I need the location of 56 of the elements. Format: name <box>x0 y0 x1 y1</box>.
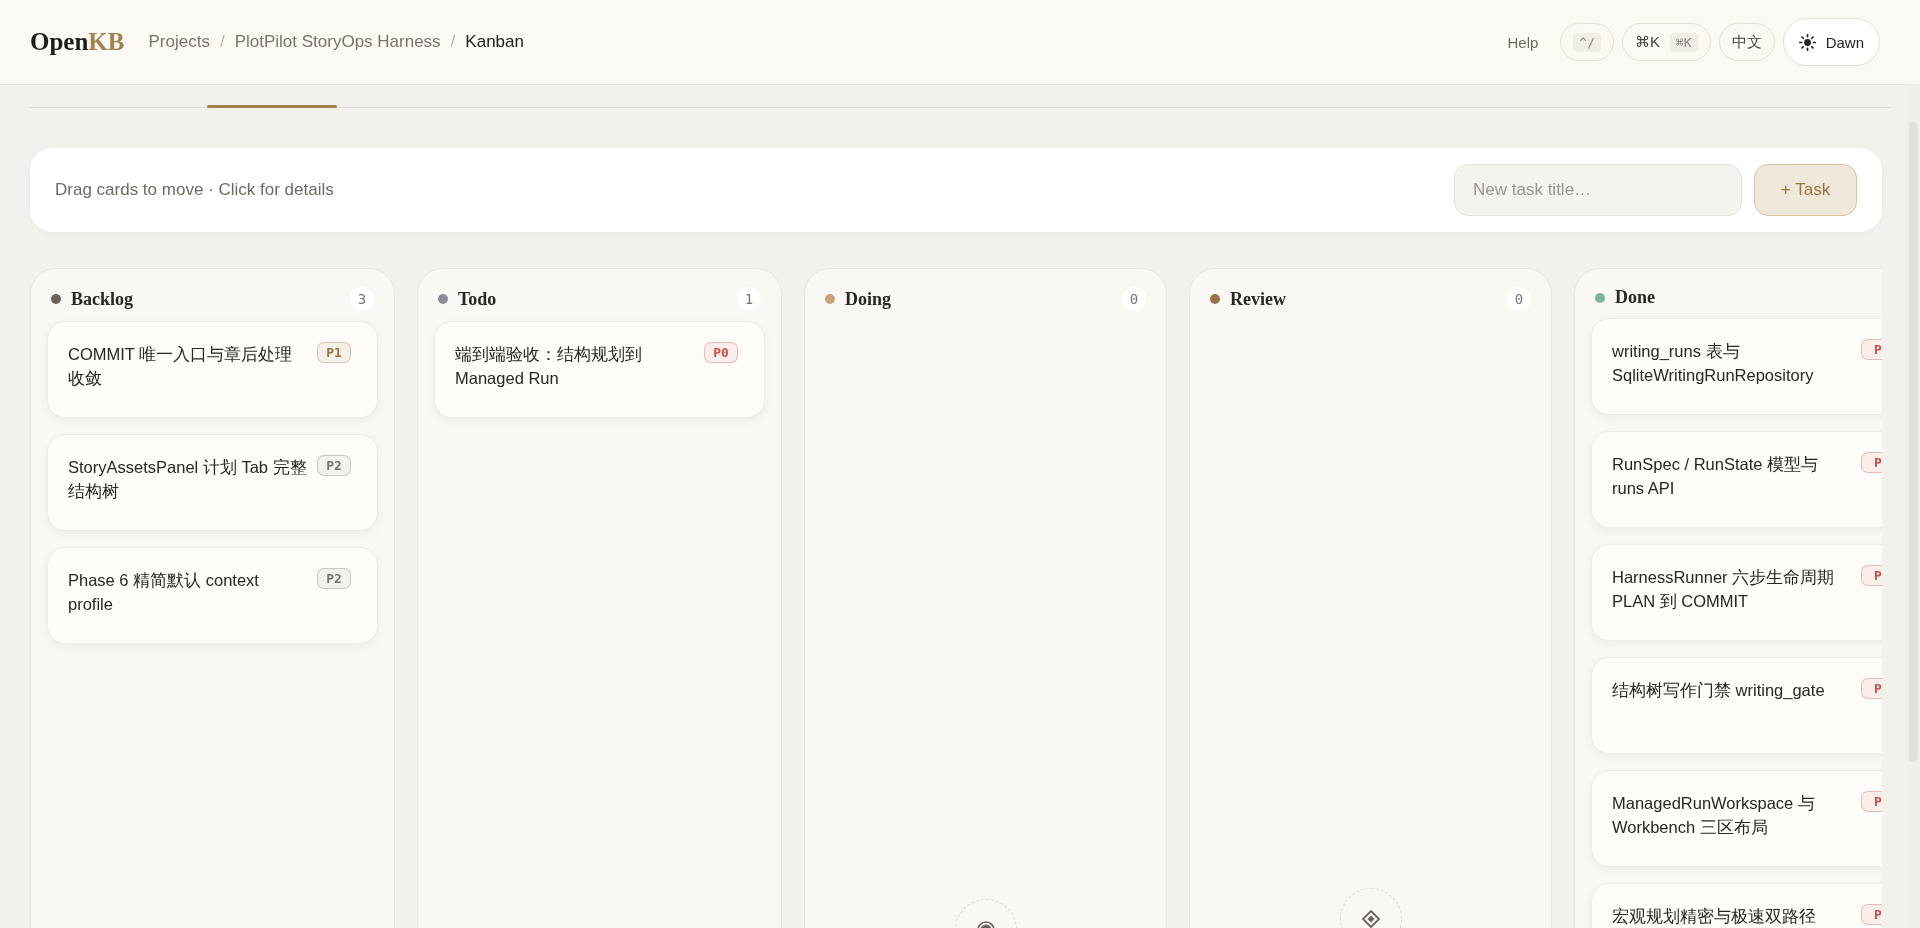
breadcrumb-link[interactable]: Projects <box>148 32 210 52</box>
task-card[interactable]: Phase 6 精简默认 context profile P2 <box>47 547 378 644</box>
task-title: RunSpec / RunState 模型与 runs API <box>1612 454 1819 499</box>
task-card[interactable]: StoryAssetsPanel 计划 Tab 完整结构树 P2 <box>47 434 378 531</box>
hint-text: Drag cards to move · Click for details <box>55 180 334 200</box>
task-card[interactable]: 端到端验收：结构规划到 Managed Run P0 <box>434 321 765 418</box>
column-title: Review <box>1230 288 1286 310</box>
key-hint: ⌘K <box>1670 32 1698 52</box>
task-title: Phase 6 精简默认 context profile <box>68 570 260 615</box>
task-title: COMMIT 唯一入口与章后处理收敛 <box>68 344 294 389</box>
task-card[interactable]: COMMIT 唯一入口与章后处理收敛 P1 <box>47 321 378 418</box>
priority-badge: P <box>1861 565 1882 586</box>
task-title: HarnessRunner 六步生命周期 PLAN 到 COMMIT <box>1612 567 1836 612</box>
add-task-button[interactable]: + Task <box>1754 164 1857 216</box>
task-title: ManagedRunWorkspace 与 Workbench 三区布局 <box>1612 793 1816 838</box>
priority-badge: P <box>1861 678 1882 699</box>
task-title-field[interactable]: New task title… <box>1454 164 1742 216</box>
task-card[interactable]: ManagedRunWorkspace 与 Workbench 三区布局 P <box>1591 770 1882 867</box>
count-badge: 0 <box>1122 287 1146 311</box>
task-card[interactable]: writing_runs 表与 SqliteWritingRunRepository P <box>1591 318 1882 415</box>
task-title: writing_runs 表与 SqliteWritingRunRepository <box>1612 341 1815 386</box>
priority-badge: P2 <box>317 455 351 476</box>
shortcut-button[interactable]: ⌘K ⌘K <box>1621 23 1711 61</box>
key-hint: ^/ <box>1573 32 1601 52</box>
priority-badge: P2 <box>317 568 351 589</box>
column-title: Backlog <box>71 288 133 310</box>
priority-badge: P0 <box>704 342 738 363</box>
count-badge: 0 <box>1507 287 1531 311</box>
theme-button[interactable]: Dawn <box>1782 18 1880 66</box>
priority-badge: P <box>1861 452 1882 473</box>
help-link[interactable]: Help <box>1507 33 1539 51</box>
task-title: 宏观规划精密与极速双路径 <box>1612 906 1817 927</box>
breadcrumb-separator: / <box>450 32 456 52</box>
priority-badge: P <box>1861 339 1882 360</box>
column-title: Doing <box>845 288 891 310</box>
breadcrumb-link[interactable]: PlotPilot StoryOps Harness <box>234 32 441 52</box>
task-card[interactable]: 结构树写作门禁 writing_gate P <box>1591 657 1882 754</box>
count-badge: 1 <box>737 287 761 311</box>
language-button[interactable]: 中文 <box>1718 23 1775 61</box>
task-title: 端到端验收：结构规划到 Managed Run <box>455 344 643 389</box>
task-card[interactable]: HarnessRunner 六步生命周期 PLAN 到 COMMIT P <box>1591 544 1882 641</box>
column-title: Todo <box>458 288 497 310</box>
priority-badge: P <box>1861 791 1882 812</box>
diamond-icon <box>1360 909 1381 928</box>
column-title: Done <box>1615 287 1655 308</box>
task-card[interactable]: 宏观规划精密与极速双路径 P <box>1591 883 1882 928</box>
sun-icon <box>1798 33 1816 51</box>
priority-badge: P1 <box>317 342 351 363</box>
count-badge: 3 <box>350 287 374 311</box>
task-title: StoryAssetsPanel 计划 Tab 完整结构树 <box>68 457 307 502</box>
breadcrumb-current: Kanban <box>465 32 524 52</box>
task-title: 结构树写作门禁 writing_gate <box>1612 680 1826 701</box>
logo[interactable]: OpenKB <box>30 28 125 56</box>
priority-badge: P <box>1861 904 1882 925</box>
task-card[interactable]: RunSpec / RunState 模型与 runs API P <box>1591 431 1882 528</box>
breadcrumb-separator: / <box>219 32 225 52</box>
